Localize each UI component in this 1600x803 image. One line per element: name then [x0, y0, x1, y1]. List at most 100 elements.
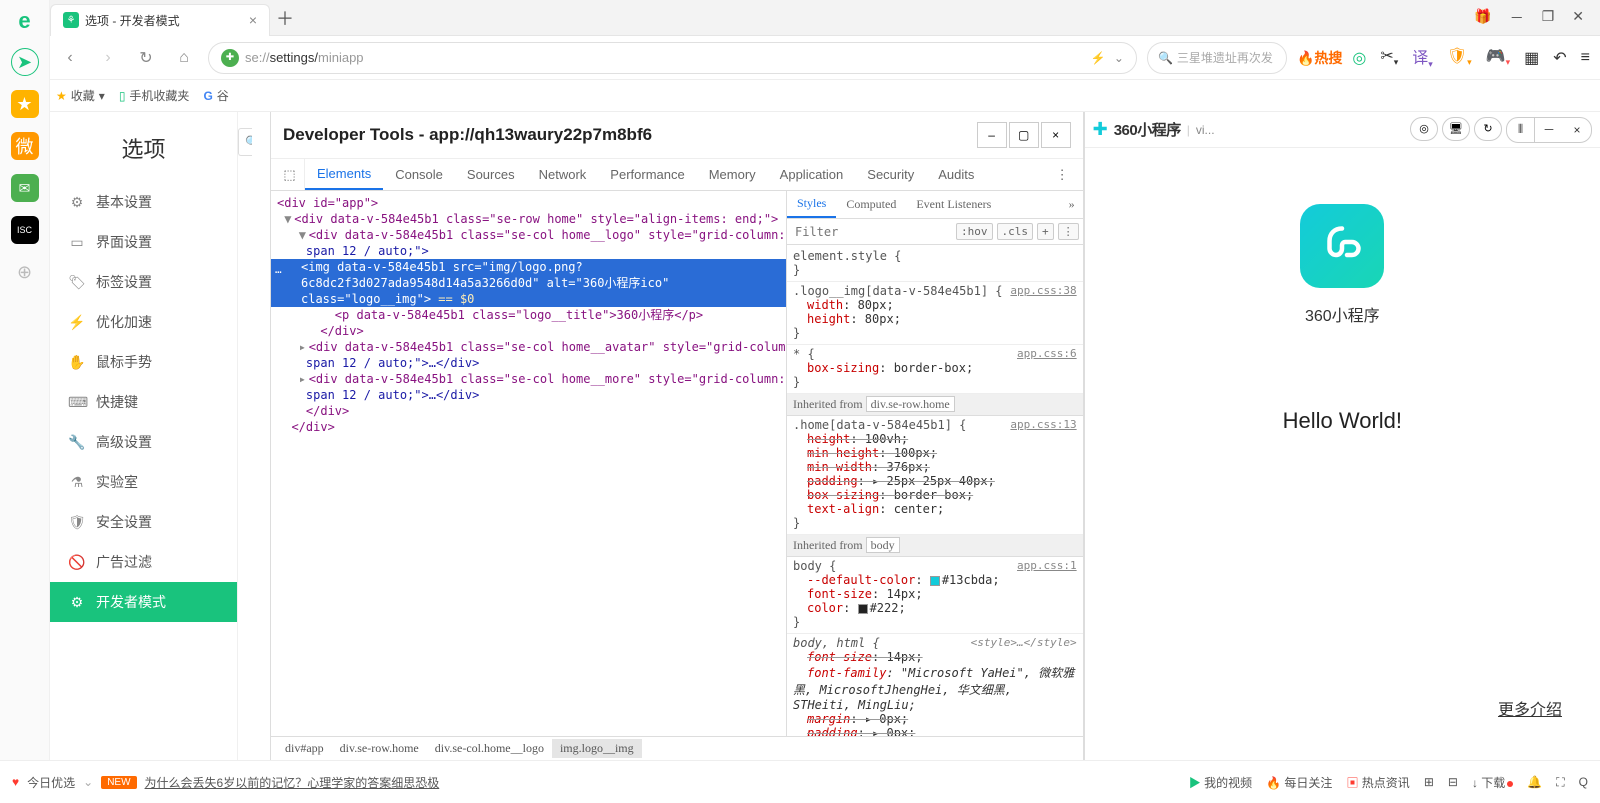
option-security[interactable]: 🛡安全设置 [50, 502, 237, 542]
tab-security[interactable]: Security [855, 159, 926, 190]
search-input[interactable]: 🔍 三星堆遗址再次发 [1147, 42, 1287, 74]
menu-icon[interactable]: ≡ [1581, 49, 1590, 67]
rail-isc-icon[interactable]: ISC [11, 216, 39, 244]
status-daily[interactable]: 🔥 每日关注 [1266, 774, 1332, 791]
option-gesture[interactable]: ✋鼠标手势 [50, 342, 237, 382]
translate-icon[interactable]: 译▾ [1412, 44, 1433, 70]
tab-close-icon[interactable]: × [249, 12, 257, 28]
status-up-icon[interactable]: ⊟ [1448, 775, 1458, 789]
extension1-icon[interactable]: ◎ [1352, 48, 1366, 68]
browser-logo-icon[interactable]: e [18, 8, 30, 34]
new-tab-button[interactable]: ＋ [270, 5, 300, 31]
rail-favorites-icon[interactable]: ★ [11, 90, 39, 118]
hot-search-button[interactable]: 🔥热搜 [1297, 48, 1342, 68]
status-today[interactable]: 今日优选 [27, 774, 75, 791]
restore-icon[interactable]: ↶ [1553, 48, 1566, 68]
status-zoom-button[interactable]: Q [1579, 775, 1588, 789]
option-adblock[interactable]: 🚫广告过滤 [50, 542, 237, 582]
nav-back-button[interactable]: ‹ [56, 44, 84, 72]
option-lab[interactable]: ⚗实验室 [50, 462, 237, 502]
option-shortcut[interactable]: ⌨快捷键 [50, 382, 237, 422]
styles-menu-icon[interactable]: ⋮ [1058, 223, 1079, 240]
option-devmode[interactable]: ⚙开发者模式 [50, 582, 237, 622]
more-link[interactable]: 更多介绍 [1498, 696, 1600, 720]
status-speaker-icon[interactable]: 🔔 [1527, 775, 1542, 789]
miniapp-close-button[interactable]: × [1563, 118, 1591, 142]
url-dropdown-icon[interactable]: ⌄ [1114, 51, 1124, 65]
tab-network[interactable]: Network [527, 159, 599, 190]
styles-more-icon[interactable]: » [1061, 197, 1083, 212]
tab-performance[interactable]: Performance [598, 159, 696, 190]
miniapp-settings-button[interactable]: ⦀ [1507, 118, 1535, 142]
gift-icon[interactable]: 🎁 [1474, 8, 1491, 28]
crumb[interactable]: div#app [277, 739, 332, 758]
browser-tab[interactable]: ⚘ 选项 - 开发者模式 × [50, 4, 270, 36]
add-rule-button[interactable]: + [1037, 223, 1054, 240]
nav-reload-button[interactable]: ↻ [132, 44, 160, 72]
status-fullscreen-icon[interactable]: ⛶ [1556, 775, 1564, 790]
crumb[interactable]: div.se-row.home [332, 739, 427, 758]
headline-link[interactable]: 为什么会丢失6岁以前的记忆？心理学家的答案细思恐极 [145, 774, 440, 791]
styles-rules[interactable]: element.style { } app.css:38 .logo__img[… [787, 245, 1083, 736]
source-link[interactable]: app.css:6 [1017, 347, 1077, 360]
miniapp-device-button[interactable]: 🖥 [1442, 117, 1470, 141]
bookmark-google[interactable]: G谷 [203, 87, 228, 104]
styles-tab-styles[interactable]: Styles [787, 191, 836, 218]
styles-tab-listeners[interactable]: Event Listeners [906, 191, 1001, 218]
hov-toggle[interactable]: :hov [956, 223, 993, 240]
miniapp-target-button[interactable]: ◎ [1410, 117, 1438, 141]
option-advanced[interactable]: 🔧高级设置 [50, 422, 237, 462]
tab-application[interactable]: Application [768, 159, 856, 190]
screenshot-icon[interactable]: ✂▾ [1380, 46, 1398, 68]
apps-icon[interactable]: ▦ [1524, 48, 1539, 68]
nav-forward-button[interactable]: › [94, 44, 122, 72]
source-link[interactable]: app.css:38 [1010, 284, 1076, 297]
miniapp-minimize-button[interactable]: － [1535, 118, 1563, 142]
tab-sources[interactable]: Sources [455, 159, 527, 190]
window-minimize-button[interactable]: － [1510, 8, 1524, 28]
crumb-current[interactable]: img.logo__img [552, 739, 642, 758]
bookmark-mobile[interactable]: ▯手机收藏夹 [119, 87, 190, 104]
styles-tab-computed[interactable]: Computed [836, 191, 906, 218]
source-link[interactable]: app.css:13 [1010, 418, 1076, 431]
bookmark-favorites[interactable]: ★收藏 ▾ [56, 87, 105, 104]
tab-memory[interactable]: Memory [697, 159, 768, 190]
miniapp-refresh-button[interactable]: ↻ [1474, 117, 1502, 141]
chevron-down-icon[interactable]: ⌄ [83, 775, 93, 789]
option-basic[interactable]: ⚙基本设置 [50, 182, 237, 222]
window-close-button[interactable]: ✕ [1572, 8, 1584, 28]
tab-audits[interactable]: Audits [926, 159, 986, 190]
devtools-close-button[interactable]: × [1041, 122, 1071, 148]
cls-toggle[interactable]: .cls [997, 223, 1034, 240]
tab-console[interactable]: Console [383, 159, 455, 190]
window-maximize-button[interactable]: ❐ [1542, 8, 1555, 28]
elements-tree[interactable]: <div id="app"> ▼<div data-v-584e45b1 cla… [271, 191, 787, 736]
source-link[interactable]: app.css:1 [1017, 559, 1077, 572]
status-down-icon[interactable]: ⊞ [1424, 775, 1434, 789]
heart-icon[interactable]: ♥ [12, 775, 19, 789]
devtools-more-icon[interactable]: ⋮ [1046, 167, 1079, 183]
status-download[interactable]: ↓ 下载 [1472, 774, 1513, 791]
option-speed[interactable]: ⚡优化加速 [50, 302, 237, 342]
url-input[interactable]: ✚ se://settings/miniapp ⚡ ⌄ [208, 42, 1137, 74]
devtools-maximize-button[interactable]: ▢ [1009, 122, 1039, 148]
shield-icon[interactable]: 🛡▾ [1447, 46, 1472, 68]
rail-add-icon[interactable]: ⊕ [11, 258, 39, 286]
crumb[interactable]: div.se-col.home__logo [427, 739, 552, 758]
styles-filter-input[interactable] [791, 225, 952, 239]
rail-weibo-icon[interactable]: 微 [11, 132, 39, 160]
bolt-icon[interactable]: ⚡ [1091, 51, 1106, 65]
source-link[interactable]: <style>…</style> [971, 636, 1077, 649]
status-hot[interactable]: ▣ 热点资讯 [1346, 774, 1409, 791]
rail-mail-icon[interactable]: ✉ [11, 174, 39, 202]
element-picker-icon[interactable]: ⬚ [275, 159, 305, 190]
option-tabs[interactable]: 🏷标签设置 [50, 262, 237, 302]
tab-elements[interactable]: Elements [305, 159, 383, 190]
rail-send-icon[interactable]: ➤ [11, 48, 39, 76]
option-ui[interactable]: ▭界面设置 [50, 222, 237, 262]
nav-home-button[interactable]: ⌂ [170, 44, 198, 72]
selected-element[interactable]: <img data-v-584e45b1 src="img/logo.png?6… [271, 259, 786, 307]
devtools-minimize-button[interactable]: – [977, 122, 1007, 148]
game-icon[interactable]: 🎮▾ [1486, 46, 1510, 68]
status-video[interactable]: ▶ 我的视频 [1189, 774, 1252, 791]
